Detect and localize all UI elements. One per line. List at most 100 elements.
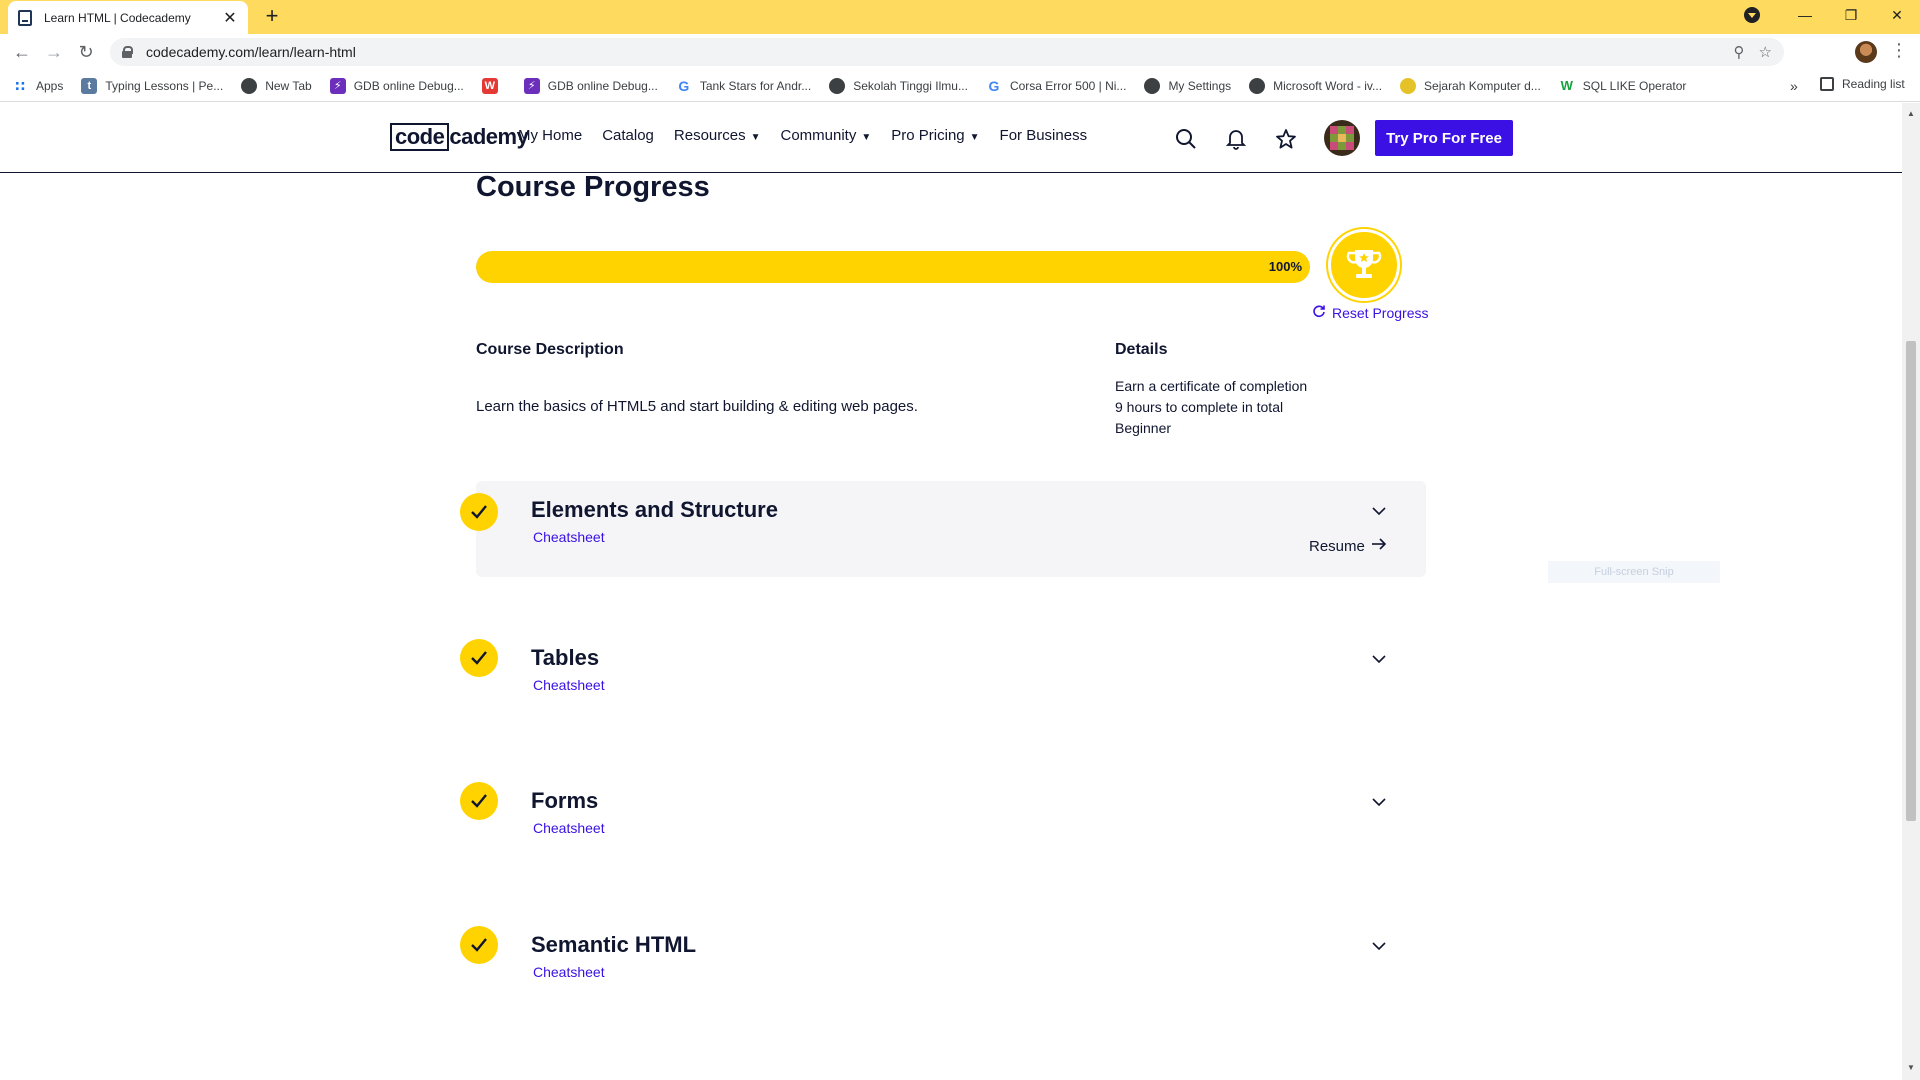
- typing-icon: t: [81, 77, 98, 94]
- url-text[interactable]: codecademy.com/learn/learn-html: [146, 44, 1720, 60]
- module-title[interactable]: Elements and Structure: [531, 497, 778, 523]
- cheatsheet-link[interactable]: Cheatsheet: [533, 820, 605, 836]
- progress-bar-fill: [476, 251, 1310, 283]
- bookmark-sql-like[interactable]: W SQL LIKE Operator: [1559, 78, 1687, 94]
- forward-icon[interactable]: →: [38, 42, 70, 63]
- minimize-button[interactable]: —: [1782, 7, 1828, 23]
- module-elements-and-structure[interactable]: Elements and Structure Cheatsheet Resume: [460, 481, 1426, 577]
- bookmark-apps[interactable]: ∷ Apps: [12, 78, 63, 94]
- caret-down-icon: ▼: [750, 132, 761, 143]
- logo-boxed-part: code: [390, 123, 450, 151]
- chevron-down-icon[interactable]: [1371, 503, 1387, 524]
- bookmark-label: SQL LIKE Operator: [1582, 78, 1687, 93]
- new-tab-button[interactable]: +: [260, 4, 284, 28]
- bookmark-my-settings[interactable]: My Settings: [1144, 77, 1232, 94]
- bookmark-label: New Tab: [265, 78, 312, 93]
- reading-list-button[interactable]: Reading list: [1820, 77, 1905, 91]
- nav-pro-pricing[interactable]: Pro Pricing ▼: [891, 127, 979, 144]
- window-controls: — ❐ ✕: [1744, 0, 1920, 30]
- gdb-icon: ⚡: [523, 77, 540, 94]
- nav-community[interactable]: Community ▼: [781, 127, 872, 144]
- nav-catalog[interactable]: Catalog: [602, 127, 654, 144]
- browser-tab-strip: Learn HTML | Codecademy ✕ + — ❐ ✕: [0, 0, 1920, 34]
- nav-label: Resources: [673, 127, 746, 144]
- chevron-down-icon[interactable]: [1371, 938, 1387, 959]
- apps-grid-icon: ∷: [15, 77, 25, 94]
- codecademy-logo[interactable]: code cademy: [390, 123, 529, 151]
- bookmark-star-page-icon[interactable]: [1272, 125, 1300, 153]
- module-title[interactable]: Forms: [531, 788, 598, 814]
- completed-check-icon: [460, 639, 498, 677]
- module-title[interactable]: Semantic HTML: [531, 932, 696, 958]
- page-content: code cademy My Home Catalog Resources ▼ Co…: [0, 103, 1902, 1080]
- page-scrollbar[interactable]: ▲ ▼: [1902, 103, 1920, 1080]
- tab-close-icon[interactable]: ✕: [222, 8, 238, 28]
- chevron-down-icon[interactable]: [1371, 651, 1387, 672]
- browser-toolbar: ← → ↻ codecademy.com/learn/learn-html ⚲ …: [0, 34, 1920, 70]
- main-nav: My Home Catalog Resources ▼ Community ▼ Pr…: [518, 127, 1107, 144]
- try-pro-button[interactable]: Try Pro For Free: [1375, 120, 1513, 156]
- restore-button[interactable]: ❐: [1828, 7, 1874, 24]
- bookmark-label: My Settings: [1168, 78, 1232, 93]
- back-icon[interactable]: ←: [6, 42, 38, 63]
- browser-tab[interactable]: Learn HTML | Codecademy ✕: [8, 1, 248, 34]
- w-icon: W: [481, 77, 498, 94]
- address-bar[interactable]: codecademy.com/learn/learn-html ⚲ ☆: [110, 38, 1784, 66]
- tab-title: Learn HTML | Codecademy: [44, 10, 191, 25]
- resume-button[interactable]: Resume: [1309, 537, 1387, 555]
- bookmark-sekolah[interactable]: Sekolah Tinggi Ilmu...: [829, 77, 968, 94]
- gdb-icon: ⚡: [329, 77, 346, 94]
- reading-list-icon: [1820, 77, 1834, 91]
- module-tables[interactable]: Tables Cheatsheet: [460, 633, 1426, 693]
- bookmark-label: Apps: [36, 78, 64, 93]
- details-item-certificate: Earn a certificate of completion: [1115, 378, 1308, 394]
- bookmark-tank-stars[interactable]: G Tank Stars for Andr...: [676, 78, 811, 94]
- close-window-button[interactable]: ✕: [1874, 7, 1920, 24]
- bell-icon[interactable]: [1222, 125, 1250, 153]
- scrollbar-thumb[interactable]: [1906, 341, 1916, 821]
- cheatsheet-link[interactable]: Cheatsheet: [533, 677, 605, 693]
- sejarah-icon: [1400, 77, 1417, 94]
- lock-icon[interactable]: [122, 46, 133, 58]
- globe-icon: [241, 77, 258, 94]
- chevron-down-icon[interactable]: [1371, 794, 1387, 815]
- reset-progress-button[interactable]: Reset Progress: [1312, 304, 1428, 321]
- bookmark-microsoft-word[interactable]: Microsoft Word - iv...: [1249, 77, 1382, 94]
- cheatsheet-link[interactable]: Cheatsheet: [533, 529, 605, 545]
- bookmark-gdb-2[interactable]: ⚡ GDB online Debug...: [523, 77, 658, 94]
- bookmark-star-icon[interactable]: ☆: [1759, 43, 1772, 61]
- nav-my-home[interactable]: My Home: [518, 127, 582, 144]
- bookmark-corsa[interactable]: G Corsa Error 500 | Ni...: [986, 78, 1127, 94]
- module-title[interactable]: Tables: [531, 645, 599, 671]
- bookmark-gdb-1[interactable]: ⚡ GDB online Debug...: [329, 77, 464, 94]
- bookmark-new-tab[interactable]: New Tab: [241, 77, 312, 94]
- nav-label: Catalog: [602, 127, 654, 144]
- module-semantic-html[interactable]: Semantic HTML Cheatsheet: [460, 920, 1426, 980]
- zoom-icon[interactable]: ⚲: [1734, 43, 1745, 61]
- w3schools-icon: W: [1560, 77, 1573, 93]
- module-forms[interactable]: Forms Cheatsheet: [460, 776, 1426, 836]
- bookmark-label: Tank Stars for Andr...: [699, 78, 812, 93]
- details-item-hours: 9 hours to complete in total: [1115, 399, 1284, 415]
- nav-for-business[interactable]: For Business: [1000, 127, 1088, 144]
- course-description-text: Learn the basics of HTML5 and start buil…: [476, 398, 918, 415]
- bookmarks-overflow-icon[interactable]: »: [1790, 78, 1798, 94]
- completed-check-icon: [460, 782, 498, 820]
- chrome-profile-avatar[interactable]: [1855, 41, 1877, 63]
- user-avatar[interactable]: [1324, 120, 1360, 156]
- bookmark-label: GDB online Debug...: [353, 78, 464, 93]
- chrome-menu-icon[interactable]: ⋮: [1890, 40, 1908, 61]
- scroll-down-icon[interactable]: ▼: [1907, 1063, 1915, 1072]
- bookmark-w[interactable]: W: [481, 77, 506, 94]
- details-heading: Details: [1115, 341, 1168, 358]
- tab-search-icon[interactable]: [1744, 7, 1760, 23]
- scroll-up-icon[interactable]: ▲: [1907, 109, 1915, 118]
- bookmark-typing-lessons[interactable]: t Typing Lessons | Pe...: [81, 77, 223, 94]
- search-icon[interactable]: [1172, 125, 1200, 153]
- reset-progress-label: Reset Progress: [1332, 304, 1429, 321]
- nav-resources[interactable]: Resources ▼: [674, 127, 761, 144]
- reload-icon[interactable]: ↻: [70, 42, 102, 63]
- cheatsheet-link[interactable]: Cheatsheet: [533, 964, 605, 980]
- header-icons: [1172, 125, 1322, 153]
- bookmark-sejarah[interactable]: Sejarah Komputer d...: [1400, 77, 1541, 94]
